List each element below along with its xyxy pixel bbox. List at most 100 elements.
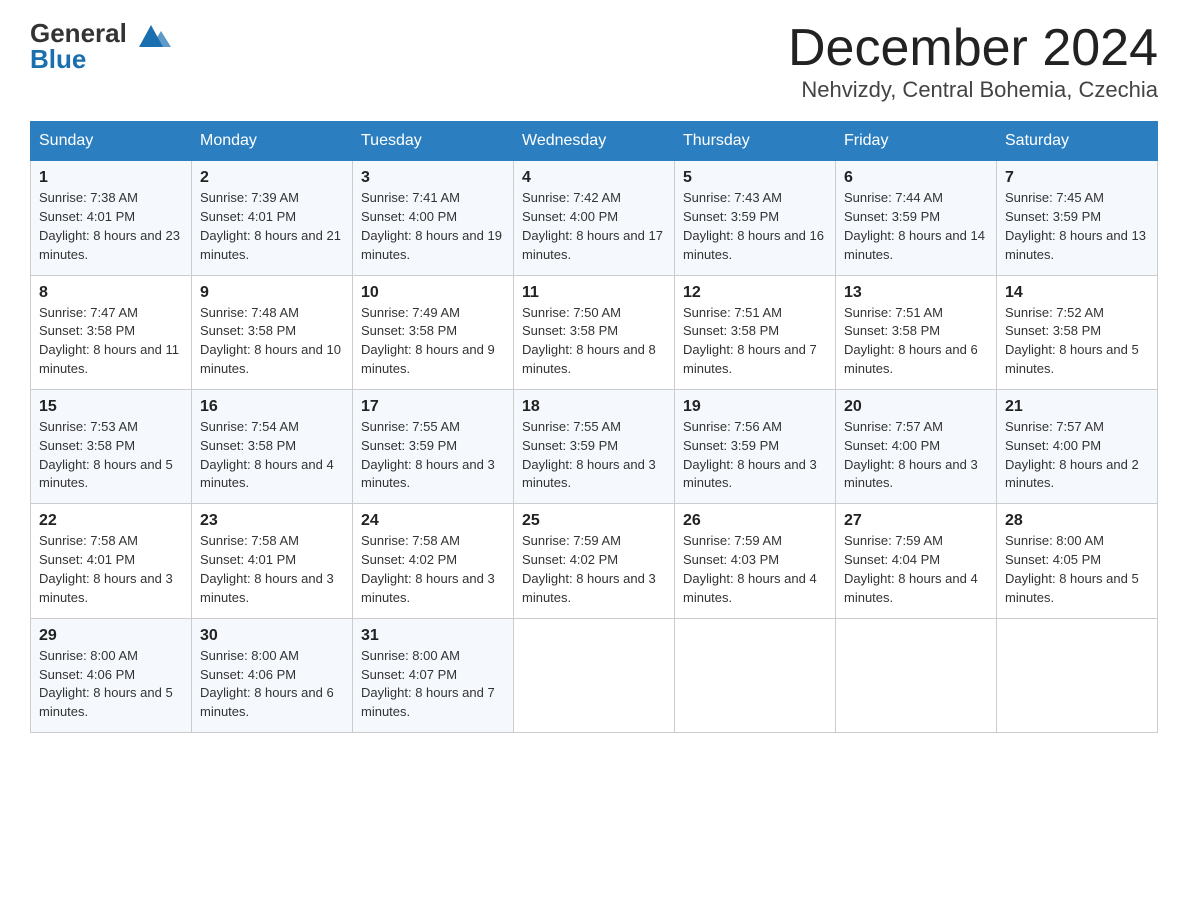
day-number: 24	[361, 512, 505, 530]
day-number: 17	[361, 398, 505, 416]
calendar-cell	[514, 618, 675, 732]
day-number: 10	[361, 284, 505, 302]
calendar-cell: 31 Sunrise: 8:00 AMSunset: 4:07 PMDaylig…	[353, 618, 514, 732]
day-number: 12	[683, 284, 827, 302]
calendar-cell: 14 Sunrise: 7:52 AMSunset: 3:58 PMDaylig…	[997, 275, 1158, 389]
day-info: Sunrise: 7:43 AMSunset: 3:59 PMDaylight:…	[683, 189, 827, 264]
calendar-cell: 1 Sunrise: 7:38 AMSunset: 4:01 PMDayligh…	[31, 161, 192, 275]
day-info: Sunrise: 7:45 AMSunset: 3:59 PMDaylight:…	[1005, 189, 1149, 264]
calendar-cell: 13 Sunrise: 7:51 AMSunset: 3:58 PMDaylig…	[836, 275, 997, 389]
header-tuesday: Tuesday	[353, 122, 514, 161]
calendar-cell: 29 Sunrise: 8:00 AMSunset: 4:06 PMDaylig…	[31, 618, 192, 732]
header-sunday: Sunday	[31, 122, 192, 161]
day-number: 16	[200, 398, 344, 416]
calendar-cell: 17 Sunrise: 7:55 AMSunset: 3:59 PMDaylig…	[353, 389, 514, 503]
day-info: Sunrise: 7:54 AMSunset: 3:58 PMDaylight:…	[200, 418, 344, 493]
title-section: December 2024 Nehvizdy, Central Bohemia,…	[788, 20, 1158, 103]
day-info: Sunrise: 7:58 AMSunset: 4:01 PMDaylight:…	[39, 532, 183, 607]
day-number: 18	[522, 398, 666, 416]
calendar-cell	[675, 618, 836, 732]
calendar-cell: 19 Sunrise: 7:56 AMSunset: 3:59 PMDaylig…	[675, 389, 836, 503]
day-info: Sunrise: 7:58 AMSunset: 4:02 PMDaylight:…	[361, 532, 505, 607]
day-number: 11	[522, 284, 666, 302]
page-header: General Blue December 2024 Nehvizdy, Cen…	[30, 20, 1158, 103]
logo-icon	[131, 17, 171, 57]
calendar-table: SundayMondayTuesdayWednesdayThursdayFrid…	[30, 121, 1158, 733]
day-number: 2	[200, 169, 344, 187]
day-number: 30	[200, 627, 344, 645]
day-info: Sunrise: 8:00 AMSunset: 4:06 PMDaylight:…	[200, 647, 344, 722]
calendar-cell: 24 Sunrise: 7:58 AMSunset: 4:02 PMDaylig…	[353, 504, 514, 618]
calendar-cell	[997, 618, 1158, 732]
day-info: Sunrise: 7:38 AMSunset: 4:01 PMDaylight:…	[39, 189, 183, 264]
calendar-cell: 22 Sunrise: 7:58 AMSunset: 4:01 PMDaylig…	[31, 504, 192, 618]
location: Nehvizdy, Central Bohemia, Czechia	[788, 77, 1158, 103]
day-info: Sunrise: 7:42 AMSunset: 4:00 PMDaylight:…	[522, 189, 666, 264]
calendar-cell: 12 Sunrise: 7:51 AMSunset: 3:58 PMDaylig…	[675, 275, 836, 389]
header-wednesday: Wednesday	[514, 122, 675, 161]
calendar-cell: 4 Sunrise: 7:42 AMSunset: 4:00 PMDayligh…	[514, 161, 675, 275]
day-info: Sunrise: 8:00 AMSunset: 4:05 PMDaylight:…	[1005, 532, 1149, 607]
calendar-cell: 2 Sunrise: 7:39 AMSunset: 4:01 PMDayligh…	[192, 161, 353, 275]
calendar-cell: 30 Sunrise: 8:00 AMSunset: 4:06 PMDaylig…	[192, 618, 353, 732]
day-number: 19	[683, 398, 827, 416]
calendar-cell: 5 Sunrise: 7:43 AMSunset: 3:59 PMDayligh…	[675, 161, 836, 275]
day-info: Sunrise: 7:53 AMSunset: 3:58 PMDaylight:…	[39, 418, 183, 493]
week-row-2: 8 Sunrise: 7:47 AMSunset: 3:58 PMDayligh…	[31, 275, 1158, 389]
calendar-cell	[836, 618, 997, 732]
day-number: 9	[200, 284, 344, 302]
day-number: 8	[39, 284, 183, 302]
day-number: 27	[844, 512, 988, 530]
calendar-cell: 11 Sunrise: 7:50 AMSunset: 3:58 PMDaylig…	[514, 275, 675, 389]
calendar-cell: 8 Sunrise: 7:47 AMSunset: 3:58 PMDayligh…	[31, 275, 192, 389]
day-number: 15	[39, 398, 183, 416]
week-row-3: 15 Sunrise: 7:53 AMSunset: 3:58 PMDaylig…	[31, 389, 1158, 503]
day-number: 4	[522, 169, 666, 187]
header-thursday: Thursday	[675, 122, 836, 161]
day-info: Sunrise: 8:00 AMSunset: 4:06 PMDaylight:…	[39, 647, 183, 722]
day-info: Sunrise: 7:59 AMSunset: 4:04 PMDaylight:…	[844, 532, 988, 607]
calendar-cell: 25 Sunrise: 7:59 AMSunset: 4:02 PMDaylig…	[514, 504, 675, 618]
day-info: Sunrise: 7:55 AMSunset: 3:59 PMDaylight:…	[522, 418, 666, 493]
day-info: Sunrise: 7:52 AMSunset: 3:58 PMDaylight:…	[1005, 304, 1149, 379]
day-number: 29	[39, 627, 183, 645]
calendar-cell: 28 Sunrise: 8:00 AMSunset: 4:05 PMDaylig…	[997, 504, 1158, 618]
day-number: 31	[361, 627, 505, 645]
logo: General Blue	[30, 20, 171, 72]
day-info: Sunrise: 7:50 AMSunset: 3:58 PMDaylight:…	[522, 304, 666, 379]
calendar-cell: 18 Sunrise: 7:55 AMSunset: 3:59 PMDaylig…	[514, 389, 675, 503]
calendar-cell: 10 Sunrise: 7:49 AMSunset: 3:58 PMDaylig…	[353, 275, 514, 389]
day-info: Sunrise: 7:57 AMSunset: 4:00 PMDaylight:…	[844, 418, 988, 493]
week-row-5: 29 Sunrise: 8:00 AMSunset: 4:06 PMDaylig…	[31, 618, 1158, 732]
day-number: 1	[39, 169, 183, 187]
day-info: Sunrise: 7:58 AMSunset: 4:01 PMDaylight:…	[200, 532, 344, 607]
calendar-cell: 23 Sunrise: 7:58 AMSunset: 4:01 PMDaylig…	[192, 504, 353, 618]
calendar-cell: 26 Sunrise: 7:59 AMSunset: 4:03 PMDaylig…	[675, 504, 836, 618]
day-info: Sunrise: 7:59 AMSunset: 4:03 PMDaylight:…	[683, 532, 827, 607]
calendar-cell: 7 Sunrise: 7:45 AMSunset: 3:59 PMDayligh…	[997, 161, 1158, 275]
day-number: 7	[1005, 169, 1149, 187]
day-number: 21	[1005, 398, 1149, 416]
day-info: Sunrise: 8:00 AMSunset: 4:07 PMDaylight:…	[361, 647, 505, 722]
day-number: 23	[200, 512, 344, 530]
day-info: Sunrise: 7:51 AMSunset: 3:58 PMDaylight:…	[844, 304, 988, 379]
day-info: Sunrise: 7:47 AMSunset: 3:58 PMDaylight:…	[39, 304, 183, 379]
day-number: 28	[1005, 512, 1149, 530]
week-row-4: 22 Sunrise: 7:58 AMSunset: 4:01 PMDaylig…	[31, 504, 1158, 618]
day-info: Sunrise: 7:56 AMSunset: 3:59 PMDaylight:…	[683, 418, 827, 493]
calendar-cell: 3 Sunrise: 7:41 AMSunset: 4:00 PMDayligh…	[353, 161, 514, 275]
week-row-1: 1 Sunrise: 7:38 AMSunset: 4:01 PMDayligh…	[31, 161, 1158, 275]
calendar-cell: 21 Sunrise: 7:57 AMSunset: 4:00 PMDaylig…	[997, 389, 1158, 503]
calendar-cell: 9 Sunrise: 7:48 AMSunset: 3:58 PMDayligh…	[192, 275, 353, 389]
header-friday: Friday	[836, 122, 997, 161]
day-info: Sunrise: 7:59 AMSunset: 4:02 PMDaylight:…	[522, 532, 666, 607]
header-monday: Monday	[192, 122, 353, 161]
calendar-cell: 15 Sunrise: 7:53 AMSunset: 3:58 PMDaylig…	[31, 389, 192, 503]
day-number: 26	[683, 512, 827, 530]
calendar-cell: 16 Sunrise: 7:54 AMSunset: 3:58 PMDaylig…	[192, 389, 353, 503]
day-info: Sunrise: 7:55 AMSunset: 3:59 PMDaylight:…	[361, 418, 505, 493]
day-info: Sunrise: 7:41 AMSunset: 4:00 PMDaylight:…	[361, 189, 505, 264]
day-number: 3	[361, 169, 505, 187]
header-row: SundayMondayTuesdayWednesdayThursdayFrid…	[31, 122, 1158, 161]
day-info: Sunrise: 7:48 AMSunset: 3:58 PMDaylight:…	[200, 304, 344, 379]
